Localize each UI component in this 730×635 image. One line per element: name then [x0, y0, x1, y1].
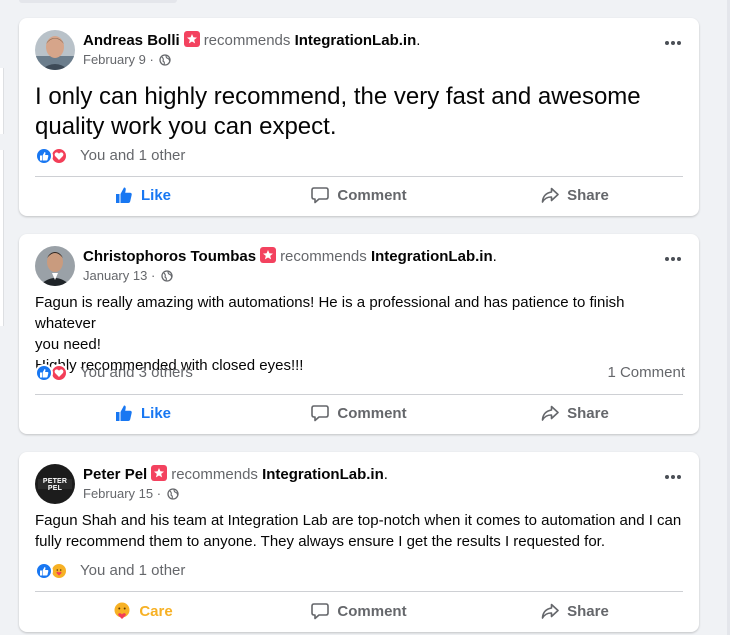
post-text-line: Fagun Shah and his team at Integration L…: [35, 512, 682, 529]
post-date[interactable]: January 13: [83, 268, 147, 283]
period: .: [492, 248, 497, 265]
share-label: Share: [567, 405, 609, 422]
avatar[interactable]: [35, 246, 75, 286]
date-separator: ·: [145, 52, 158, 67]
like-reaction-icon: [35, 562, 53, 580]
author-name[interactable]: Andreas Bolli: [83, 32, 180, 49]
divider: [35, 176, 683, 177]
comment-icon: [311, 182, 330, 218]
more-options-icon[interactable]: [663, 250, 683, 270]
post-text-line: you need!: [35, 336, 101, 353]
page-name-link[interactable]: IntegrationLab.in: [262, 466, 384, 483]
post-date-line: February 9 ·: [83, 52, 172, 70]
divider: [35, 591, 683, 592]
share-button[interactable]: Share: [467, 594, 683, 630]
post-author-line: Peter Pel recommends IntegrationLab.in.: [83, 465, 388, 485]
author-name[interactable]: Christophoros Toumbas: [83, 248, 256, 265]
reaction-icons[interactable]: [35, 146, 75, 166]
thumbs-up-icon: [115, 182, 133, 218]
recommend-verb: recommends: [203, 32, 291, 49]
page-name-link[interactable]: IntegrationLab.in: [295, 32, 417, 49]
post-date[interactable]: February 9: [83, 52, 146, 67]
share-icon: [541, 598, 559, 634]
comment-button[interactable]: Comment: [251, 178, 467, 214]
share-icon: [541, 182, 559, 218]
like-label: Like: [140, 187, 171, 204]
reaction-icons[interactable]: [35, 363, 75, 383]
like-reaction-icon: [35, 147, 53, 165]
post-date[interactable]: February 15: [83, 486, 153, 501]
divider: [35, 394, 683, 395]
author-name[interactable]: Peter Pel: [83, 466, 147, 483]
post-author-line: Christophoros Toumbas recommends Integrat…: [83, 247, 497, 267]
comment-icon: [311, 400, 330, 436]
date-separator: ·: [153, 486, 165, 501]
share-button[interactable]: Share: [467, 178, 683, 214]
share-icon: [541, 400, 559, 436]
globe-icon: [167, 488, 179, 504]
comment-button[interactable]: Comment: [251, 594, 467, 630]
post-author-line: Andreas Bolli recommends IntegrationLab.i…: [83, 31, 420, 51]
comment-button[interactable]: Comment: [251, 396, 467, 432]
post-card: Andreas Bolli recommends IntegrationLab.i…: [19, 18, 699, 216]
care-label: Care: [139, 603, 173, 620]
care-button[interactable]: Care: [35, 594, 251, 630]
care-reaction-icon: [113, 598, 131, 634]
date-separator: ·: [147, 268, 159, 283]
previous-card-edge: [19, 0, 177, 3]
reaction-icons[interactable]: [35, 561, 75, 581]
post-text: I only can highly recommend, the very fa…: [35, 83, 641, 140]
more-options-icon[interactable]: [663, 468, 683, 488]
globe-icon: [159, 54, 172, 70]
recommend-badge-icon: [260, 247, 277, 263]
post-actions: Care Comment Share: [35, 594, 683, 630]
post-text-line: fully recommend them to anyone. They alw…: [35, 533, 606, 550]
post-card: Christophoros Toumbas recommends Integrat…: [19, 234, 699, 434]
post-text-line: Fagun is really amazing with automations…: [35, 294, 625, 332]
like-reaction-icon: [35, 364, 53, 382]
comment-count[interactable]: 1 Comment: [607, 363, 685, 383]
reactions-bar: You and 1 other: [35, 561, 685, 581]
reactions-bar: You and 3 others 1 Comment: [35, 363, 685, 383]
more-options-icon[interactable]: [663, 34, 683, 54]
comment-label: Comment: [337, 405, 407, 422]
like-label: Like: [140, 405, 171, 422]
reaction-count[interactable]: You and 1 other: [80, 146, 185, 166]
like-button[interactable]: Like: [35, 178, 251, 214]
post-card: PETER PEL Peter Pel recommends Integratio…: [19, 452, 699, 632]
share-button[interactable]: Share: [467, 396, 683, 432]
recommend-badge-icon: [183, 31, 200, 47]
globe-icon: [161, 270, 173, 286]
post-header: Christophoros Toumbas recommends Integrat…: [35, 246, 675, 286]
period: .: [416, 32, 421, 49]
comment-label: Comment: [337, 603, 407, 620]
share-label: Share: [567, 187, 609, 204]
reaction-count[interactable]: You and 1 other: [80, 561, 185, 581]
post-header: PETER PEL Peter Pel recommends Integratio…: [35, 464, 675, 504]
comment-label: Comment: [337, 187, 407, 204]
left-panel-edge: [0, 150, 4, 326]
page-name-link[interactable]: IntegrationLab.in: [371, 248, 493, 265]
recommend-badge-icon: [151, 465, 168, 481]
post-header: Andreas Bolli recommends IntegrationLab.i…: [35, 30, 675, 70]
post-date-line: February 15 ·: [83, 486, 179, 504]
thumbs-up-icon: [115, 400, 133, 436]
share-label: Share: [567, 603, 609, 620]
avatar[interactable]: PETER PEL: [35, 464, 75, 504]
post-actions: Like Comment Share: [35, 396, 683, 432]
comment-icon: [311, 598, 330, 634]
post-text: Fagun Shah and his team at Integration L…: [35, 510, 685, 552]
avatar-logo-text: PETER PEL: [42, 478, 68, 492]
post-date-line: January 13 ·: [83, 268, 173, 286]
left-panel-edge: [0, 68, 4, 134]
recommend-verb: recommends: [171, 466, 258, 483]
like-button[interactable]: Like: [35, 396, 251, 432]
post-actions: Like Comment Share: [35, 178, 683, 214]
recommend-verb: recommends: [280, 248, 367, 265]
period: .: [383, 466, 388, 483]
reaction-count[interactable]: You and 3 others: [80, 363, 193, 383]
avatar[interactable]: [35, 30, 75, 70]
reactions-bar: You and 1 other: [35, 146, 685, 166]
